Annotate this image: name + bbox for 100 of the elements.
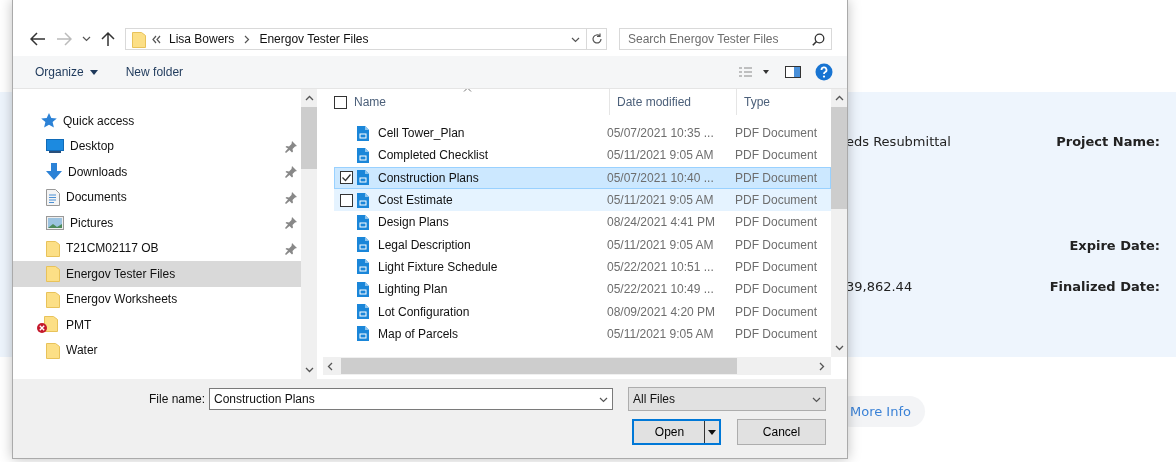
- file-type: PDF Document: [735, 282, 818, 297]
- checkbox[interactable]: [340, 193, 353, 207]
- search-field[interactable]: Search Energov Tester Files: [619, 28, 832, 50]
- file-type: PDF Document: [735, 326, 818, 341]
- scroll-left-icon[interactable]: [327, 361, 333, 371]
- file-name-label: File name:: [147, 392, 206, 406]
- document-icon: [357, 326, 369, 342]
- file-date: 05/07/2021 10:35 ...: [607, 126, 715, 141]
- file-row[interactable]: Design Plans 08/24/2021 4:41 PM PDF Document: [334, 211, 831, 234]
- sidebar-label: Documents: [66, 190, 127, 205]
- folder-icon: [46, 239, 60, 257]
- document-icon: [357, 125, 369, 141]
- refresh-button[interactable]: [587, 28, 607, 50]
- up-arrow-icon[interactable]: [101, 31, 115, 47]
- sidebar-item[interactable]: Quick access: [13, 108, 301, 134]
- file-row[interactable]: Completed Checklist 05/11/2021 9:05 AM PDF Document: [334, 144, 831, 167]
- file-date: 05/11/2021 9:05 AM: [607, 148, 715, 163]
- file-name-field[interactable]: Construction Plans: [209, 388, 613, 410]
- file-type: PDF Document: [735, 215, 818, 230]
- preview-pane-icon[interactable]: [785, 66, 801, 78]
- sidebar-label: Quick access: [63, 113, 135, 128]
- file-row[interactable]: Cell Tower_Plan 05/07/2021 10:35 ... PDF Document: [334, 122, 831, 145]
- scroll-thumb[interactable]: [831, 107, 847, 209]
- sidebar-label: T21CM02117 OB: [66, 241, 159, 256]
- double-chevron-icon: [152, 34, 161, 44]
- sidebar-item[interactable]: Pictures: [13, 210, 301, 236]
- cancel-button[interactable]: Cancel: [737, 419, 826, 445]
- file-date: 05/22/2021 10:51 ...: [607, 259, 715, 274]
- caret-icon: [89, 69, 98, 75]
- sidebar-item[interactable]: PMT: [13, 312, 301, 338]
- breadcrumb[interactable]: Lisa Bowers: [167, 32, 237, 46]
- help-icon[interactable]: [815, 63, 833, 81]
- file-name: Light Fixture Schedule: [378, 259, 499, 274]
- scroll-up-icon[interactable]: [834, 95, 844, 101]
- sidebar-item[interactable]: Water: [13, 337, 301, 363]
- back-arrow-icon[interactable]: [30, 32, 46, 46]
- column-header[interactable]: Date modified: [610, 89, 737, 115]
- scroll-thumb[interactable]: [301, 107, 317, 169]
- document-icon: [357, 214, 369, 230]
- breadcrumb[interactable]: Energov Tester Files: [257, 32, 371, 46]
- file-list-scrollbar[interactable]: [831, 89, 847, 357]
- sidebar-item[interactable]: Desktop: [13, 133, 301, 159]
- file-name: Legal Description: [378, 237, 472, 252]
- sidebar-item[interactable]: T21CM02117 OB: [13, 235, 301, 261]
- open-button[interactable]: Open: [632, 419, 721, 445]
- document-icon: [357, 259, 369, 275]
- column-header[interactable]: Type: [737, 89, 831, 115]
- file-date: 08/09/2021 4:20 PM: [607, 304, 717, 319]
- sidebar-label: Downloads: [68, 164, 128, 179]
- checkbox[interactable]: [340, 171, 353, 185]
- view-options-icon[interactable]: [739, 67, 771, 77]
- file-type-dropdown[interactable]: All Files: [628, 387, 826, 411]
- sidebar-label: Energov Tester Files: [66, 266, 176, 281]
- sidebar-item[interactable]: Documents: [13, 184, 301, 210]
- sidebar-item[interactable]: Energov Worksheets: [13, 286, 301, 312]
- document-icon: [357, 304, 369, 319]
- sidebar-item[interactable]: Energov Tester Files: [13, 261, 301, 287]
- sidebar-item[interactable]: Downloads: [13, 159, 301, 185]
- scroll-thumb[interactable]: [341, 358, 737, 374]
- file-type: PDF Document: [735, 193, 818, 208]
- file-row[interactable]: Lot Configuration 08/09/2021 4:20 PM PDF Document: [334, 300, 831, 323]
- file-name: Design Plans: [378, 215, 450, 230]
- field-label: Finalized Date:: [1049, 279, 1160, 296]
- scroll-right-icon[interactable]: [819, 361, 825, 371]
- horizontal-scrollbar[interactable]: [323, 357, 831, 375]
- select-all-checkbox[interactable]: [334, 95, 347, 109]
- organize-button[interactable]: Organize: [31, 61, 102, 83]
- document-icon: [46, 188, 60, 206]
- column-header[interactable]: Name: [347, 89, 610, 115]
- folder-icon: [46, 341, 60, 359]
- file-row[interactable]: Cost Estimate 05/11/2021 9:05 AM PDF Document: [334, 188, 831, 212]
- file-date: 05/11/2021 9:05 AM: [607, 237, 715, 252]
- file-row[interactable]: Light Fixture Schedule 05/22/2021 10:51 ... PDF Document: [334, 255, 831, 279]
- folder-icon: [46, 290, 60, 308]
- scroll-down-icon[interactable]: [834, 345, 844, 351]
- file-name: Lot Configuration: [378, 304, 471, 319]
- star-icon: [41, 113, 57, 129]
- field-label: Project Name:: [1056, 134, 1160, 151]
- scroll-up-icon[interactable]: [304, 95, 314, 101]
- sidebar-scrollbar[interactable]: [301, 89, 317, 379]
- disconnected-folder-icon: [36, 314, 60, 335]
- file-row[interactable]: Legal Description 05/11/2021 9:05 AM PDF Document: [334, 233, 831, 256]
- file-type: PDF Document: [735, 304, 818, 319]
- sidebar-label: Desktop: [70, 139, 115, 154]
- new-folder-button[interactable]: New folder: [121, 61, 188, 83]
- sidebar-label: Pictures: [70, 215, 114, 230]
- refresh-icon: [590, 33, 603, 45]
- document-icon: [357, 147, 369, 163]
- file-row[interactable]: Map of Parcels 05/11/2021 9:05 AM PDF Document: [334, 322, 831, 345]
- file-type: PDF Document: [735, 148, 818, 163]
- folder-icon: [132, 30, 146, 48]
- chevron-down-icon[interactable]: [81, 36, 91, 42]
- file-row[interactable]: Lighting Plan 05/22/2021 10:49 ... PDF Document: [334, 278, 831, 301]
- address-bar[interactable]: Lisa Bowers Energov Tester Files: [125, 28, 587, 50]
- file-row[interactable]: Construction Plans 05/07/2021 10:40 ... PDF Document: [334, 166, 831, 189]
- search-icon: [812, 32, 825, 46]
- file-date: 05/11/2021 9:05 AM: [607, 326, 715, 341]
- scroll-down-icon[interactable]: [304, 367, 314, 373]
- folder-icon: [46, 265, 60, 283]
- file-name: Construction Plans: [378, 170, 480, 185]
